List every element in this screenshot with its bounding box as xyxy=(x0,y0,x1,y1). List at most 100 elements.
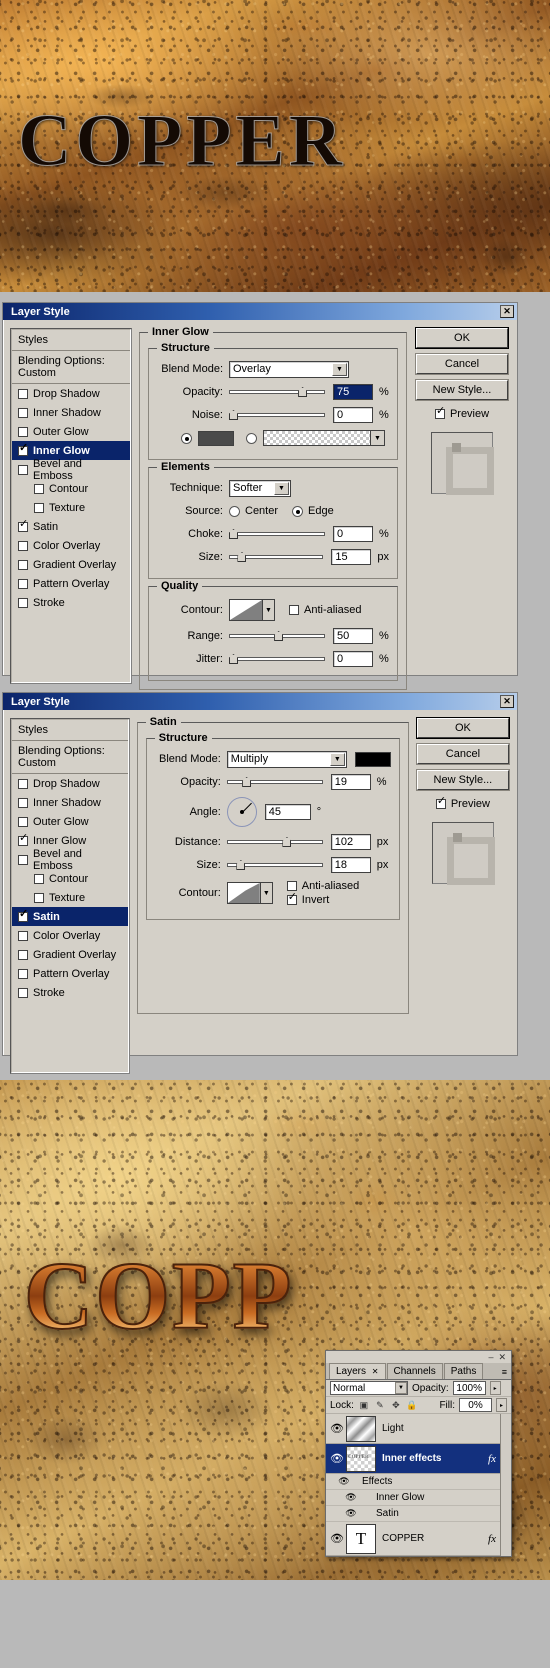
chevron-down-icon[interactable]: ▼ xyxy=(329,752,345,766)
cancel-button[interactable]: Cancel xyxy=(416,354,508,374)
invert-row[interactable]: Invert xyxy=(286,892,359,906)
layer-opacity-value[interactable]: 100% xyxy=(452,1381,486,1395)
checkbox-texture[interactable] xyxy=(34,892,44,903)
layer-row-inner-effects[interactable]: 👁 Inner effects fx xyxy=(326,1444,500,1474)
eye-icon[interactable]: 👁 xyxy=(328,1422,346,1435)
chevron-down-icon[interactable]: ▼ xyxy=(395,1382,407,1394)
checkbox-drop-shadow[interactable] xyxy=(18,778,28,789)
minimize-icon[interactable]: – xyxy=(488,1352,493,1362)
sidebar-item-stroke[interactable]: Stroke xyxy=(12,593,130,612)
contour-preview[interactable] xyxy=(229,599,263,621)
sidebar-item-stroke[interactable]: Stroke xyxy=(12,983,128,1002)
radio-solid-color[interactable] xyxy=(181,432,192,444)
effect-row-inner-glow[interactable]: 👁 Inner Glow xyxy=(326,1490,500,1506)
layer-thumbnail[interactable] xyxy=(346,1445,376,1472)
sidebar-item-color-overlay[interactable]: Color Overlay xyxy=(12,926,128,945)
contour-preview[interactable] xyxy=(226,882,261,904)
noise-slider[interactable] xyxy=(229,409,325,421)
close-icon[interactable]: ✕ xyxy=(500,695,514,708)
chevron-down-icon[interactable]: ▼ xyxy=(332,362,347,376)
layer-thumbnail[interactable] xyxy=(346,1415,376,1442)
sidebar-item-satin[interactable]: Satin xyxy=(12,517,130,536)
eye-icon[interactable]: 👁 xyxy=(328,1452,346,1465)
sidebar-item-contour[interactable]: Contour xyxy=(12,479,130,498)
checkbox-contour[interactable] xyxy=(34,483,44,494)
fx-icon[interactable]: fx xyxy=(488,1453,496,1465)
eye-icon[interactable]: 👁 xyxy=(326,1476,362,1487)
chevron-down-icon[interactable]: ▼ xyxy=(260,882,273,904)
checkbox-contour[interactable] xyxy=(34,873,44,884)
checkbox-stroke[interactable] xyxy=(18,597,28,608)
layers-list[interactable]: 👁 Light 👁 Inner effects fx 👁 Effects 👁 I… xyxy=(326,1414,511,1556)
checkbox-stroke[interactable] xyxy=(18,987,28,998)
noise-input[interactable]: 0 xyxy=(333,407,373,423)
chevron-down-icon[interactable]: ▼ xyxy=(263,599,275,621)
transparency-lock-icon[interactable]: ▣ xyxy=(358,1399,370,1411)
preview-row[interactable]: Preview xyxy=(435,796,490,810)
choke-input[interactable]: 0 xyxy=(333,526,373,542)
checkbox-outer-glow[interactable] xyxy=(18,816,28,827)
checkbox-inner-glow[interactable] xyxy=(18,443,28,456)
checkbox-bevel-and-emboss[interactable] xyxy=(18,854,28,865)
size-input[interactable]: 15 xyxy=(331,549,372,565)
checkbox-satin[interactable] xyxy=(18,519,28,532)
checkbox-satin[interactable] xyxy=(18,909,28,922)
distance-slider[interactable] xyxy=(226,836,323,848)
panel-menu-icon[interactable]: ≡ xyxy=(502,1368,507,1377)
chevron-down-icon[interactable]: ▼ xyxy=(371,430,385,446)
checkbox-pattern-overlay[interactable] xyxy=(18,578,28,589)
size-slider[interactable] xyxy=(226,859,323,871)
style-list-sidebar[interactable]: Styles Blending Options: Custom Drop Sha… xyxy=(10,328,132,684)
fill-stepper-icon[interactable]: ▸ xyxy=(496,1398,507,1412)
effects-group-row[interactable]: 👁 Effects xyxy=(326,1474,500,1490)
choke-slider[interactable] xyxy=(229,528,325,540)
layer-row-copper-text[interactable]: 👁 T COPPER fx xyxy=(326,1522,500,1556)
checkbox-texture[interactable] xyxy=(34,502,44,513)
size-input[interactable]: 18 xyxy=(330,857,371,873)
glow-color-swatch[interactable] xyxy=(198,430,234,446)
sidebar-item-outer-glow[interactable]: Outer Glow xyxy=(12,422,130,441)
angle-input[interactable]: 45 xyxy=(264,804,311,820)
anti-aliased-row[interactable]: Anti-aliased xyxy=(286,880,359,892)
checkbox-preview[interactable] xyxy=(434,406,445,419)
checkbox-color-overlay[interactable] xyxy=(18,930,28,941)
layer-row-light[interactable]: 👁 Light xyxy=(326,1414,500,1444)
sidebar-item-inner-shadow[interactable]: Inner Shadow xyxy=(12,793,128,812)
close-icon[interactable]: ✕ xyxy=(500,305,514,318)
angle-dial[interactable] xyxy=(226,797,257,827)
eye-icon[interactable]: 👁 xyxy=(328,1532,346,1545)
checkbox-drop-shadow[interactable] xyxy=(18,388,28,399)
brush-lock-icon[interactable]: ✎ xyxy=(374,1399,386,1411)
checkbox-gradient-overlay[interactable] xyxy=(18,559,28,570)
jitter-slider[interactable] xyxy=(229,653,325,665)
checkbox-inner-glow[interactable] xyxy=(18,833,28,846)
checkbox-gradient-overlay[interactable] xyxy=(18,949,28,960)
text-layer-thumbnail[interactable]: T xyxy=(346,1523,376,1554)
range-input[interactable]: 50 xyxy=(333,628,373,644)
sidebar-item-inner-shadow[interactable]: Inner Shadow xyxy=(12,403,130,422)
sidebar-item-gradient-overlay[interactable]: Gradient Overlay xyxy=(12,945,128,964)
sidebar-item-texture[interactable]: Texture xyxy=(12,498,130,517)
jitter-input[interactable]: 0 xyxy=(333,651,373,667)
sidebar-item-color-overlay[interactable]: Color Overlay xyxy=(12,536,130,555)
sidebar-item-satin[interactable]: Satin xyxy=(12,907,128,926)
checkbox-inner-shadow[interactable] xyxy=(18,407,28,418)
technique-select[interactable]: Softer ▼ xyxy=(229,479,291,497)
checkbox-preview[interactable] xyxy=(435,796,446,809)
checkbox-invert[interactable] xyxy=(286,892,297,905)
sidebar-item-gradient-overlay[interactable]: Gradient Overlay xyxy=(12,555,130,574)
opacity-input[interactable]: 75 xyxy=(333,384,373,400)
tab-paths[interactable]: Paths xyxy=(443,1363,484,1379)
ok-button[interactable]: OK xyxy=(416,328,508,348)
opacity-input[interactable]: 19 xyxy=(330,774,371,790)
sidebar-item-styles[interactable]: Styles xyxy=(12,720,128,741)
gradient-preview[interactable] xyxy=(263,430,371,446)
cancel-button[interactable]: Cancel xyxy=(416,744,509,764)
all-lock-icon[interactable]: 🔒 xyxy=(406,1399,418,1411)
ok-button[interactable]: OK xyxy=(416,718,509,738)
style-list-sidebar[interactable]: Styles Blending Options: Custom Drop Sha… xyxy=(10,718,130,1074)
move-lock-icon[interactable]: ✥ xyxy=(390,1399,402,1411)
checkbox-outer-glow[interactable] xyxy=(18,426,28,437)
layers-scrollbar[interactable] xyxy=(500,1414,511,1556)
checkbox-anti-aliased[interactable] xyxy=(289,605,299,615)
